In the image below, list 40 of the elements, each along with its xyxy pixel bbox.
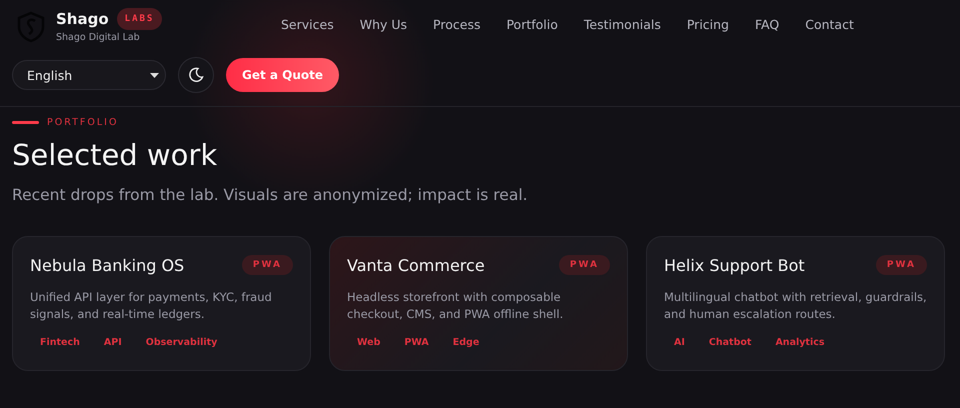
project-title: Helix Support Bot xyxy=(664,256,805,274)
project-tag: Chatbot xyxy=(698,333,762,352)
nav-link[interactable]: Pricing xyxy=(674,17,742,32)
project-description: Multilingual chatbot with retrieval, guardrails, and human escalation routes. xyxy=(664,289,927,323)
project-tag: API xyxy=(94,333,132,352)
section-title: Selected work xyxy=(12,138,218,172)
language-select[interactable]: English xyxy=(12,60,166,90)
nav-link[interactable]: Services xyxy=(268,17,347,32)
project-tag: Fintech xyxy=(30,333,90,352)
project-card[interactable]: Vanta Commerce PWA Headless storefront with composable checkout, CMS, and PWA offline shell. Web PWA Edge xyxy=(329,236,628,371)
brand-tagline: Shago Digital Lab xyxy=(56,32,141,43)
pwa-badge: PWA xyxy=(876,255,927,275)
nav-link[interactable]: FAQ xyxy=(742,17,792,32)
project-card[interactable]: Helix Support Bot PWA Multilingual chatbot with retrieval, guardrails, and human escalation routes. AI Chatbot Analytics xyxy=(646,236,945,371)
nav-link[interactable]: Why Us xyxy=(346,17,420,32)
project-card[interactable]: Nebula Banking OS PWA Unified API layer for payments, KYC, fraud signals, and real-time ledgers. Fintech API Observability xyxy=(12,236,311,371)
nav-link[interactable]: Portfolio xyxy=(493,17,571,32)
caret-icon xyxy=(150,72,159,78)
moon-icon xyxy=(188,67,204,83)
project-tag: PWA xyxy=(394,333,439,352)
brand-name: Shago xyxy=(56,10,109,28)
project-tag: Observability xyxy=(136,333,228,352)
project-description: Headless storefront with composable checkout, CMS, and PWA offline shell. xyxy=(347,289,564,323)
project-description: Unified API layer for payments, KYC, fraud signals, and real-time ledgers. xyxy=(30,289,273,323)
project-tag: AI xyxy=(664,333,695,352)
section-subtitle: Recent drops from the lab. Visuals are anonymized; impact is real. xyxy=(12,186,529,204)
project-tag: Web xyxy=(347,333,390,352)
accent-line xyxy=(12,121,39,124)
section-eyebrow: PORTFOLIO xyxy=(47,117,118,128)
project-title: Nebula Banking OS xyxy=(30,256,184,274)
project-title: Vanta Commerce xyxy=(347,256,485,274)
project-tag: Analytics xyxy=(765,333,835,352)
project-tag: Edge xyxy=(442,333,490,352)
labs-badge: LABS xyxy=(116,8,162,30)
nav-link[interactable]: Contact xyxy=(792,17,867,32)
pwa-badge: PWA xyxy=(242,255,293,275)
theme-toggle-button[interactable] xyxy=(178,57,214,93)
pwa-badge: PWA xyxy=(558,255,610,275)
nav-link[interactable]: Testimonials xyxy=(570,17,674,32)
nav-link[interactable]: Process xyxy=(420,17,494,32)
